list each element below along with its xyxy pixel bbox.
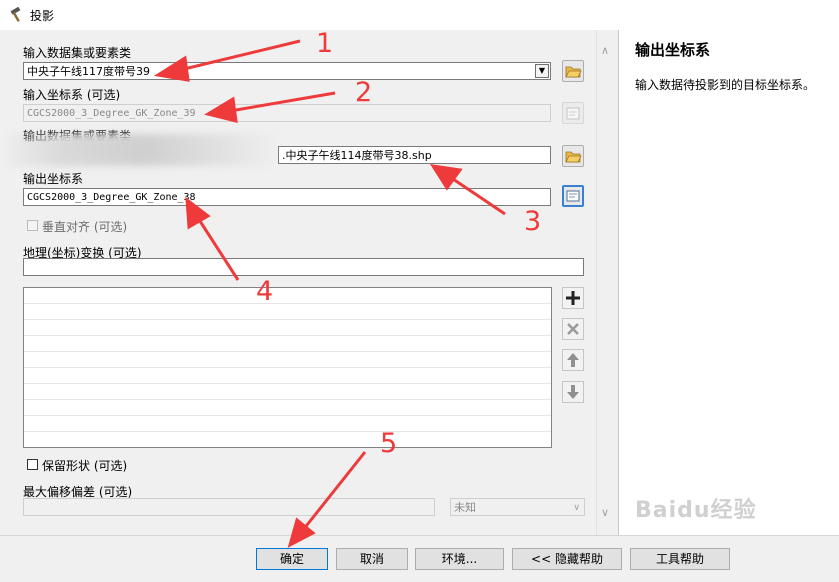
arrow-2-head [204,96,238,123]
arrow-1 [179,39,301,72]
annotation-number: 4 [256,276,274,307]
arrow-5 [301,451,367,531]
arrow-3 [449,175,506,216]
arrow-1-head [153,55,190,82]
arrow-4 [196,217,240,281]
annotation-number: 3 [524,206,542,237]
arrow-4-head [185,196,211,230]
annotation-number: 2 [355,77,373,108]
annotation-number: 5 [380,428,398,459]
annotation-arrows [153,39,506,548]
annotation-number: 1 [316,28,334,59]
arrow-3-head [429,164,463,191]
arrow-2 [229,91,336,113]
